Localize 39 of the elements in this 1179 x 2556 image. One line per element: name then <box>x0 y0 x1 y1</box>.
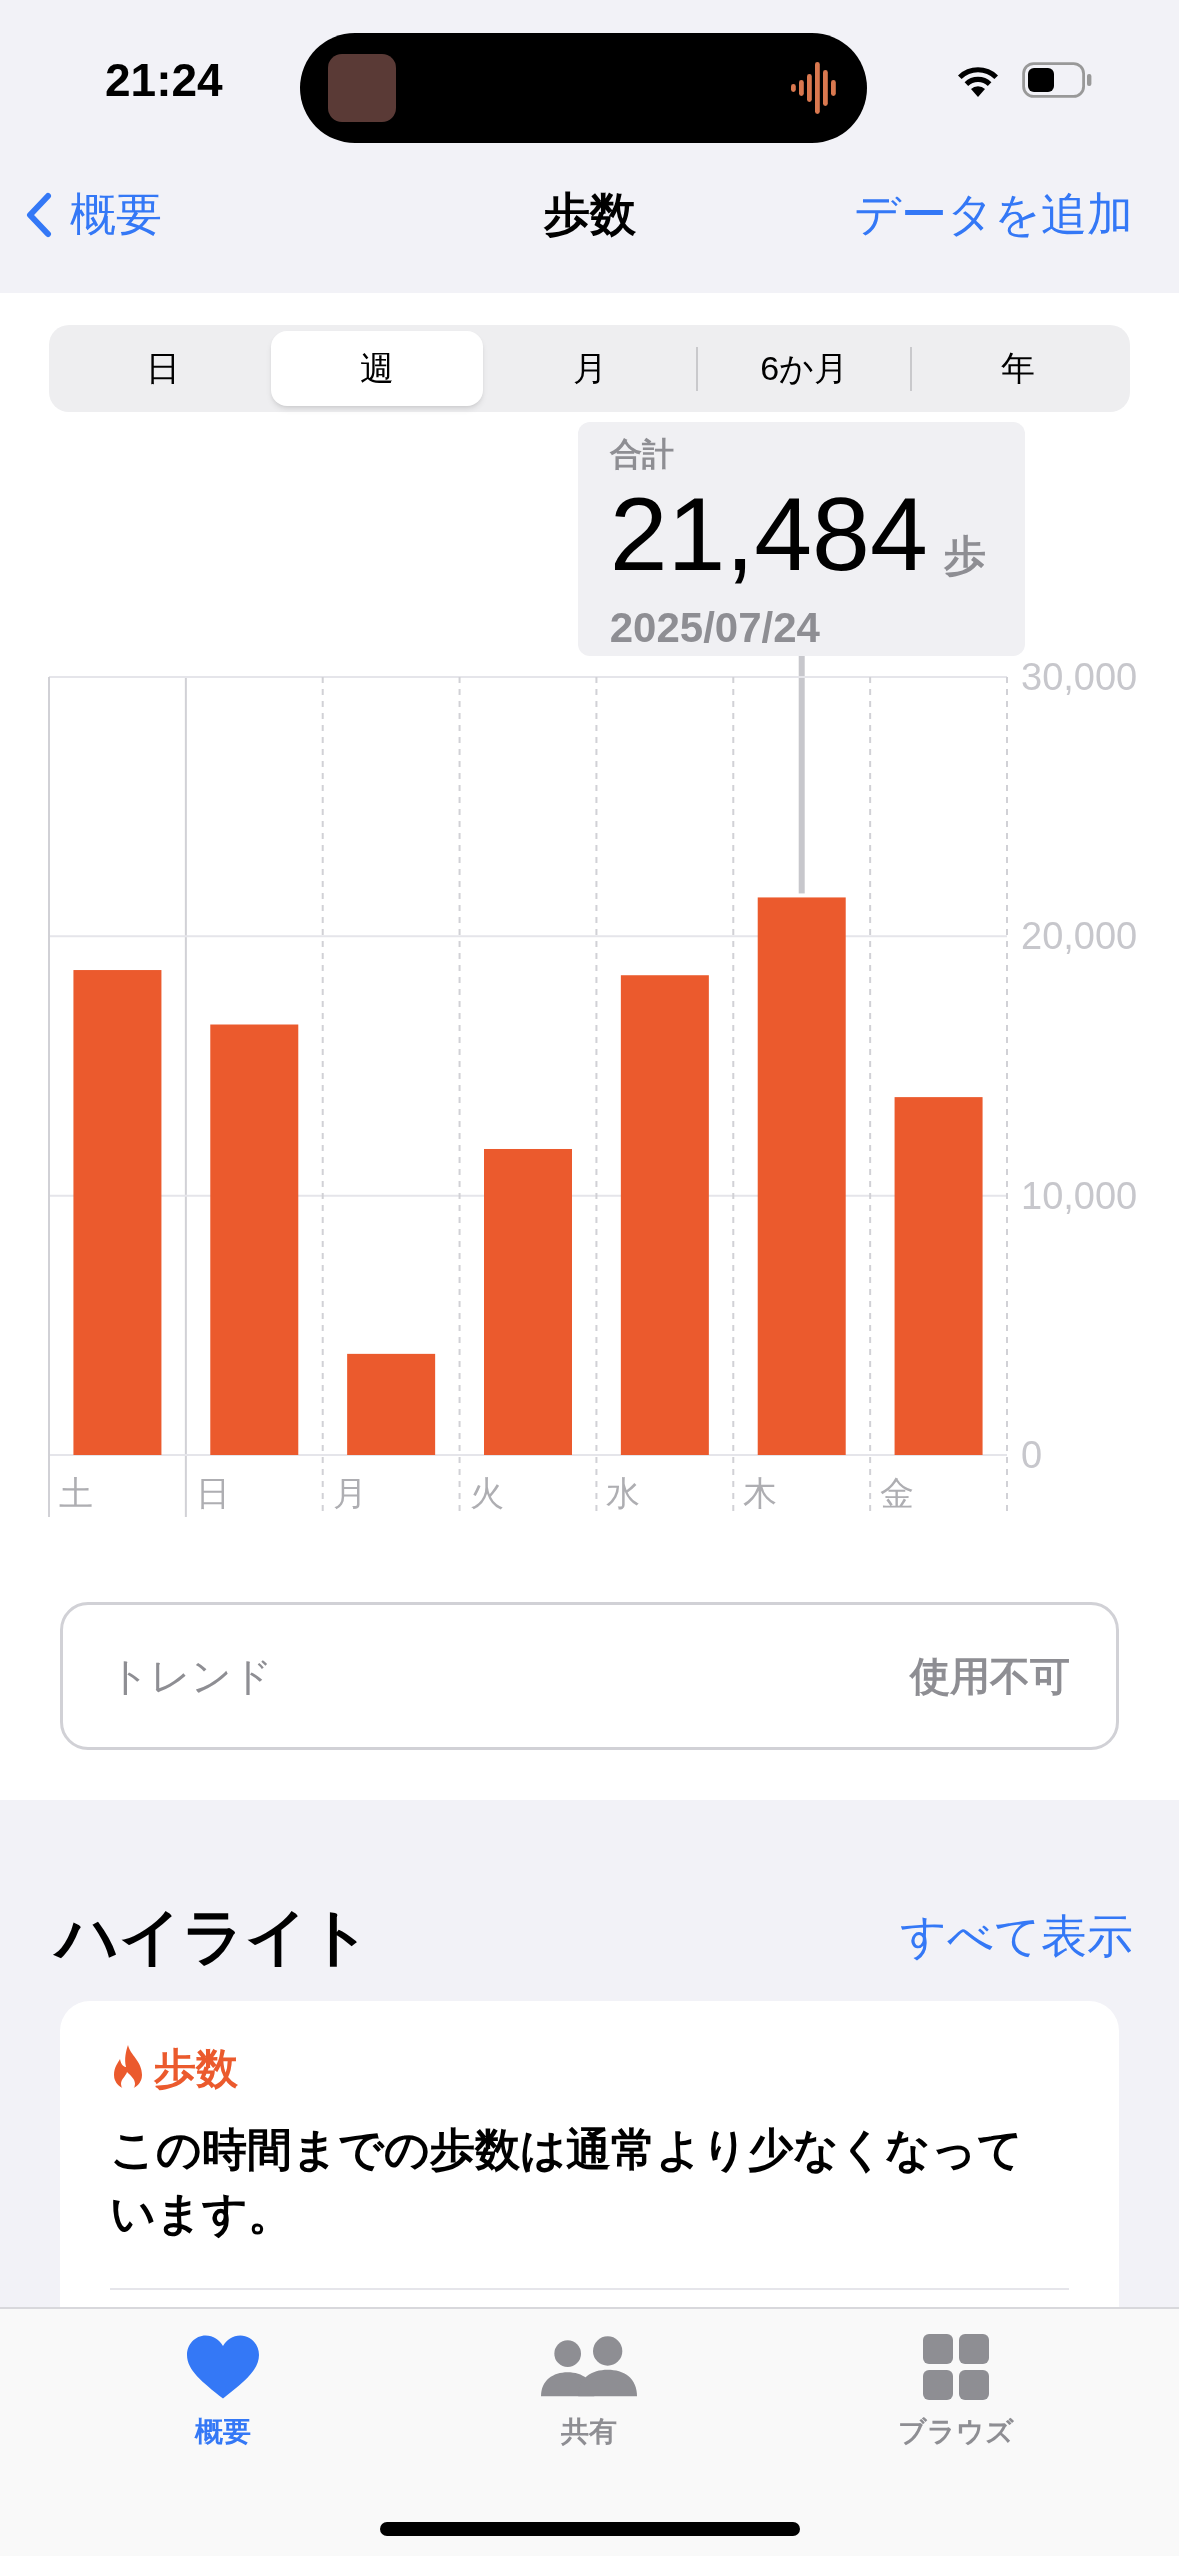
summary-label: 合計 <box>609 435 675 474</box>
segment-tab[interactable]: 年 <box>912 331 1124 406</box>
segment-tab[interactable]: 6か月 <box>698 331 911 406</box>
grid-icon <box>922 2334 989 2400</box>
y-axis-label: 10,000 <box>1021 1174 1138 1217</box>
segment-tab[interactable]: 月 <box>484 331 697 406</box>
tab-bar-item[interactable]: 概要 <box>103 2331 344 2453</box>
chevron-left-icon <box>26 191 52 238</box>
waveform-icon <box>791 60 839 116</box>
people-icon <box>541 2335 638 2399</box>
show-all-link[interactable]: すべて表示 <box>900 1902 1133 1971</box>
card-body: この時間までの歩数は通常より少なくなっています。 <box>110 2123 1024 2241</box>
x-axis-label: 日 <box>195 1474 230 1512</box>
y-axis-label: 0 <box>1021 1434 1043 1476</box>
highlight-card[interactable]: 歩数 この時間までの歩数は通常より少なくなっています。 <box>60 2001 1119 2307</box>
add-data-button[interactable]: データを追加 <box>854 180 1133 249</box>
page-title: 歩数 <box>543 187 636 242</box>
x-axis-label: 木 <box>743 1474 778 1512</box>
battery-icon <box>1022 62 1094 98</box>
card-title: 歩数 <box>154 2044 238 2094</box>
summary-date: 2025/07/24 <box>609 603 821 653</box>
back-button[interactable]: 概要 <box>26 180 162 249</box>
status-time: 21:24 <box>105 52 223 108</box>
album-art-placeholder <box>328 54 396 122</box>
chart-column-selector[interactable] <box>798 656 805 894</box>
trend-value: 使用不可 <box>910 1653 1070 1700</box>
y-axis-label: 20,000 <box>1021 915 1138 958</box>
x-axis-label: 土 <box>59 1474 93 1512</box>
summary-unit: 歩 <box>943 535 986 577</box>
x-axis-label: 金 <box>880 1474 915 1512</box>
x-axis-label: 月 <box>332 1474 367 1512</box>
segment-tab[interactable]: 週 <box>270 331 483 406</box>
trend-label: トレンド <box>109 1653 273 1700</box>
x-axis-label: 火 <box>469 1474 504 1512</box>
heart-icon <box>187 2335 260 2399</box>
y-axis-label: 30,000 <box>1021 656 1138 698</box>
x-axis-label: 水 <box>606 1474 641 1512</box>
segment-tab[interactable]: 日 <box>57 331 269 406</box>
summary-value: 21,484 <box>609 482 928 586</box>
